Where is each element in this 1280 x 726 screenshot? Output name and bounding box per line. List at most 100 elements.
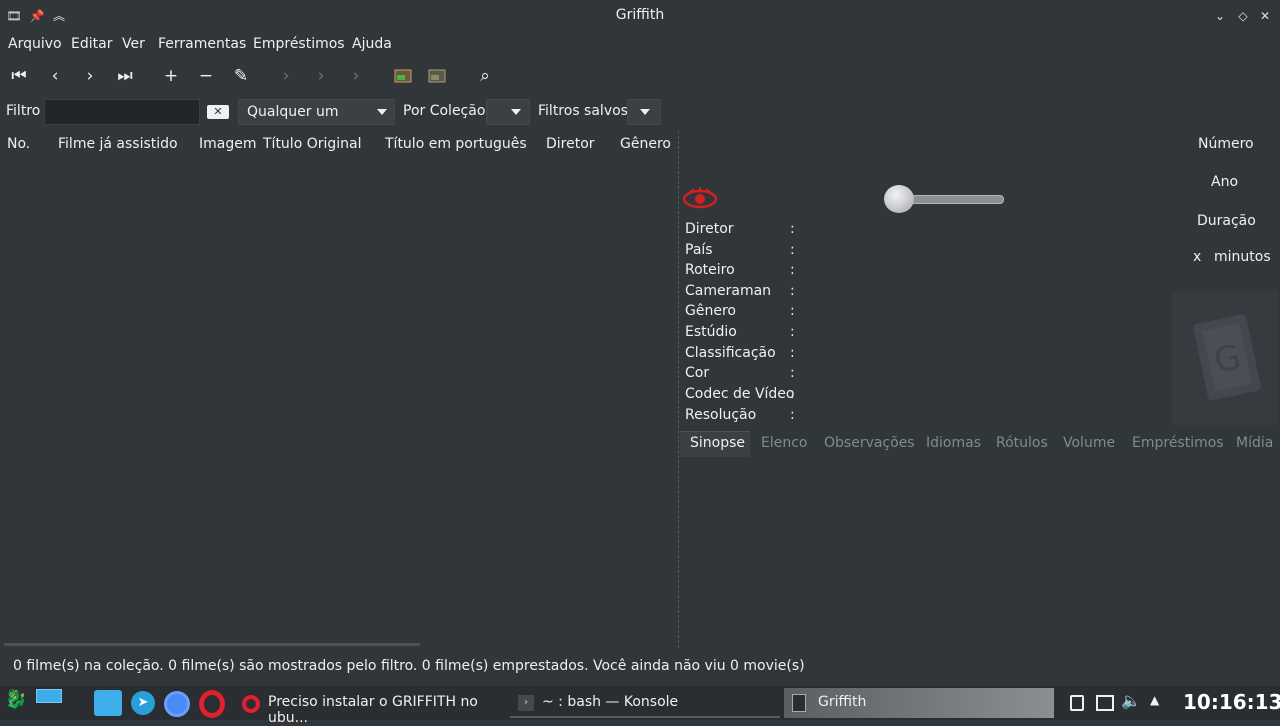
terminal-icon: ›: [518, 695, 534, 711]
menu-bar: Arquivo Editar Ver Ferramentas Empréstim…: [0, 34, 1280, 56]
image-icon[interactable]: [391, 64, 415, 88]
list-header: No. Filme já assistido Imagem Título Ori…: [0, 131, 678, 157]
horizontal-scrollbar[interactable]: [4, 643, 420, 646]
close-icon[interactable]: ✕: [1257, 8, 1273, 24]
clipboard-icon[interactable]: [1070, 695, 1084, 711]
menu-arquivo[interactable]: Arquivo: [8, 36, 62, 52]
first-icon[interactable]: ⏮: [7, 64, 31, 88]
menu-ferramentas[interactable]: Ferramentas: [158, 36, 246, 52]
next-icon[interactable]: ›: [78, 64, 102, 88]
colon: :: [790, 221, 795, 237]
maximize-icon[interactable]: ◇: [1235, 8, 1251, 24]
chromium-icon[interactable]: [164, 691, 190, 717]
minimize-icon[interactable]: ⌄: [1212, 8, 1228, 24]
label-classificacao: Classificação: [685, 345, 776, 361]
opera-icon: [242, 695, 260, 713]
previous-icon[interactable]: ‹: [43, 64, 67, 88]
colon: :: [790, 324, 795, 340]
arrow-right-icon[interactable]: ›: [344, 64, 368, 88]
tab-emprestimos[interactable]: Empréstimos: [1132, 435, 1224, 451]
remove-icon[interactable]: −: [194, 64, 218, 88]
label-genero: Gênero: [685, 303, 736, 319]
label-roteiro: Roteiro: [685, 262, 735, 278]
status-bar: 0 filme(s) na coleção. 0 filme(s) são mo…: [0, 652, 1280, 682]
colon: :: [790, 345, 795, 361]
clear-icon[interactable]: ✕: [207, 105, 229, 119]
column-header[interactable]: Filme já assistido: [58, 136, 178, 152]
slider-knob[interactable]: [884, 185, 914, 213]
filter-input[interactable]: [44, 99, 200, 125]
collection-combo[interactable]: [486, 99, 530, 125]
image-icon[interactable]: [425, 64, 449, 88]
menu-ver[interactable]: Ver: [122, 36, 145, 52]
telegram-icon[interactable]: ➤: [131, 691, 155, 715]
chevron-down-icon: [640, 109, 650, 115]
menu-editar[interactable]: Editar: [71, 36, 112, 52]
griffith-logo-icon: G: [1193, 314, 1261, 401]
column-header[interactable]: Gênero: [620, 136, 671, 152]
arrow-right-icon[interactable]: ›: [309, 64, 333, 88]
edit-icon[interactable]: ✎: [229, 64, 253, 88]
tray-expand-icon[interactable]: ▲: [1150, 693, 1164, 707]
last-icon[interactable]: ⏭: [113, 64, 137, 88]
colon: :: [790, 365, 795, 381]
label-codec: Codec de Vídeo: [685, 386, 795, 402]
seen-eye-icon[interactable]: [682, 186, 718, 210]
task-label: Griffith: [818, 694, 867, 710]
label-cor: Cor: [685, 365, 710, 381]
label-resolucao: Resolução: [685, 407, 757, 423]
window-title: Griffith: [615, 7, 665, 23]
column-header[interactable]: Título Original: [263, 136, 362, 152]
network-icon[interactable]: [1096, 695, 1114, 711]
task-griffith[interactable]: Griffith: [784, 688, 1054, 718]
synopsis-area[interactable]: [680, 457, 1280, 648]
match-combo-value: Qualquer um: [247, 104, 339, 120]
label-duracao: Duração: [1197, 213, 1256, 229]
toolbar: ⏮ ‹ › ⏭ + − ✎ › › › ⌕: [0, 60, 1280, 92]
arrow-right-icon[interactable]: ›: [274, 64, 298, 88]
label-minutos: minutos: [1214, 249, 1271, 265]
column-header[interactable]: Título em português: [385, 136, 527, 152]
saved-filters-combo[interactable]: [627, 99, 661, 125]
label-pais: País: [685, 242, 713, 258]
griffith-icon: [792, 694, 806, 712]
colon: :: [790, 242, 795, 258]
clock[interactable]: 10:16:13: [1183, 690, 1280, 714]
tab-elenco[interactable]: Elenco: [761, 435, 807, 451]
tab-idiomas[interactable]: Idiomas: [926, 435, 981, 451]
opera-icon[interactable]: [199, 690, 225, 718]
add-icon[interactable]: +: [159, 64, 183, 88]
volume-icon[interactable]: 🔈: [1121, 691, 1141, 713]
search-icon[interactable]: ⌕: [473, 64, 497, 88]
match-combo[interactable]: Qualquer um: [238, 99, 395, 125]
label-ano: Ano: [1211, 174, 1239, 190]
tab-observacoes[interactable]: Observações: [824, 435, 915, 451]
task-opera[interactable]: Preciso instalar o GRIFFITH no ubu...: [236, 688, 506, 726]
tab-volume[interactable]: Volume: [1063, 435, 1115, 451]
desktop-pager-icon[interactable]: [36, 689, 62, 703]
rating-slider[interactable]: [884, 185, 1004, 213]
poster-placeholder[interactable]: G: [1172, 291, 1278, 425]
menu-emprestimos[interactable]: Empréstimos: [253, 36, 345, 52]
chevron-down-icon: [511, 109, 521, 115]
movie-list[interactable]: No. Filme já assistido Imagem Título Ori…: [0, 131, 678, 648]
column-header[interactable]: Diretor: [546, 136, 595, 152]
task-konsole[interactable]: › ~ : bash — Konsole: [510, 688, 780, 718]
tab-sinopse[interactable]: Sinopse: [690, 435, 745, 451]
task-label: Preciso instalar o GRIFFITH no ubu...: [268, 694, 478, 726]
colon: :: [790, 283, 795, 299]
colon: :: [790, 407, 795, 423]
tab-midia[interactable]: Mídia: [1236, 435, 1273, 451]
filter-bar: Filtro ✕ Qualquer um Por Coleção Filtros…: [0, 97, 680, 127]
tab-rotulos[interactable]: Rótulos: [996, 435, 1048, 451]
task-label: ~ : bash — Konsole: [542, 694, 679, 710]
collection-label: Por Coleção: [403, 103, 486, 119]
taskbar: 🐉 ➤ Preciso instalar o GRIFFITH no ubu..…: [0, 686, 1280, 726]
app-launcher-icon[interactable]: 🐉: [2, 689, 30, 717]
column-header[interactable]: Imagem: [199, 136, 256, 152]
menu-ajuda[interactable]: Ajuda: [352, 36, 392, 52]
filter-label: Filtro: [6, 103, 41, 119]
file-manager-icon[interactable]: [94, 690, 122, 716]
column-header[interactable]: No.: [7, 136, 30, 152]
colon: :: [790, 386, 795, 402]
